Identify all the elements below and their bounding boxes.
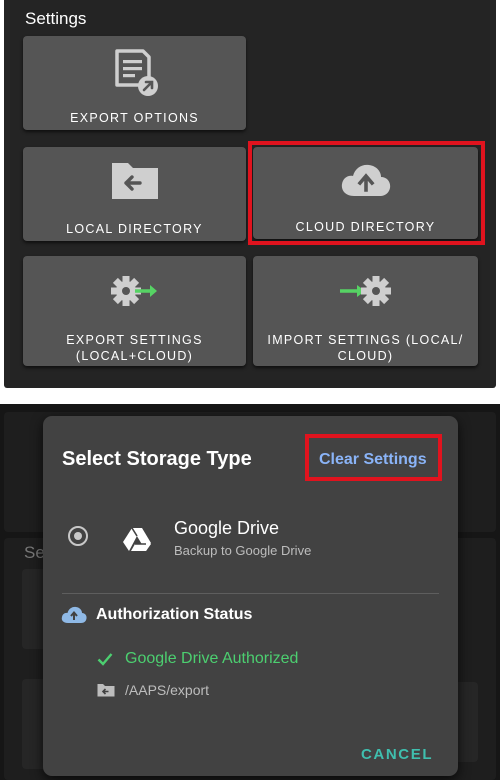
cancel-button[interactable]: CANCEL (361, 746, 433, 763)
background-partial-title: Se (24, 543, 45, 562)
import-settings-tile[interactable]: IMPORT SETTINGS (LOCAL/ CLOUD) (253, 256, 478, 366)
radio-selected-dot (73, 531, 82, 540)
folder-back-icon (23, 159, 246, 201)
check-icon (97, 652, 113, 671)
folder-back-small-icon (97, 683, 115, 702)
export-path: /AAPS/export (125, 682, 210, 698)
dialog-title: Select Storage Type (62, 448, 252, 470)
clear-settings-highlight (305, 434, 442, 481)
export-settings-label-line2: (LOCAL+CLOUD) (75, 349, 194, 363)
cloud-directory-highlight (248, 141, 485, 245)
cloud-upload-small-icon (61, 606, 87, 629)
export-settings-label-line1: EXPORT SETTINGS (66, 333, 203, 347)
gear-import-icon (253, 273, 478, 309)
export-settings-tile[interactable]: EXPORT SETTINGS (LOCAL+CLOUD) (23, 256, 246, 366)
divider (62, 593, 439, 594)
storage-option-name[interactable]: Google Drive (174, 518, 279, 539)
dialog-screen: Se Select Storage Type Clear Settings Go… (0, 404, 500, 780)
google-drive-icon (123, 527, 151, 556)
settings-panel: Settings EXPORT OPTIONS LOCAL DIRECTORY (4, 0, 496, 388)
settings-title: Settings (25, 9, 87, 28)
export-options-tile[interactable]: EXPORT OPTIONS (23, 36, 246, 130)
import-settings-label-line1: IMPORT SETTINGS (LOCAL/ (267, 333, 464, 347)
storage-option-description: Backup to Google Drive (174, 543, 312, 558)
import-settings-label-line2: CLOUD) (337, 349, 394, 363)
authorization-status-text: Google Drive Authorized (125, 650, 299, 667)
local-directory-label: LOCAL DIRECTORY (66, 222, 203, 236)
export-options-label: EXPORT OPTIONS (70, 111, 199, 125)
gear-export-icon (23, 273, 246, 309)
authorization-status-title: Authorization Status (96, 606, 253, 623)
separator-gap (0, 388, 500, 404)
local-directory-tile[interactable]: LOCAL DIRECTORY (23, 147, 246, 241)
export-document-icon (23, 45, 246, 97)
google-drive-radio[interactable] (68, 526, 88, 546)
